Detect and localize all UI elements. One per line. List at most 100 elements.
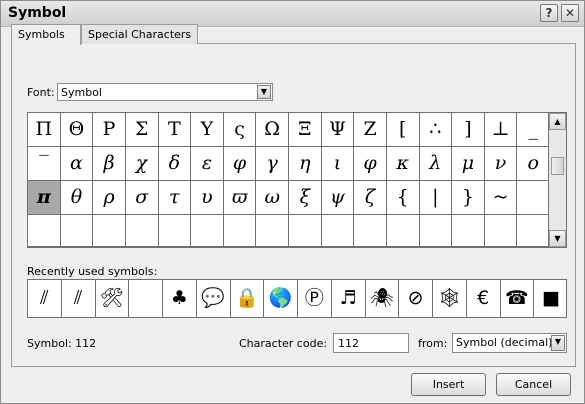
symbol-cell[interactable]: χ	[125, 147, 159, 181]
symbol-cell[interactable]: ρ	[93, 181, 126, 215]
symbol-cell[interactable]: }	[452, 181, 485, 215]
recent-symbol-cell[interactable]: ♣	[163, 280, 197, 317]
symbol-cell[interactable]	[93, 215, 126, 247]
symbol-cell[interactable]: σ	[125, 181, 159, 215]
symbol-cell[interactable]: η	[289, 147, 322, 181]
symbol-cell[interactable]: Θ	[60, 113, 94, 147]
symbol-cell[interactable]: Ψ	[321, 113, 355, 147]
symbol-cell[interactable]: κ	[386, 147, 420, 181]
symbol-cell[interactable]: ς	[223, 113, 257, 147]
symbol-cell[interactable]: τ	[158, 181, 192, 215]
recent-symbol-cell[interactable]: ⫽	[62, 280, 96, 317]
symbol-cell[interactable]: β	[93, 147, 126, 181]
symbol-cell[interactable]: υ	[191, 181, 224, 215]
close-button[interactable]: ✕	[561, 4, 579, 22]
symbol-cell[interactable]	[256, 215, 289, 247]
symbol-cell[interactable]: Τ	[158, 113, 192, 147]
recent-symbol-cell[interactable]: 🛠	[96, 280, 130, 317]
recent-symbol-cell[interactable]: 🌎	[264, 280, 298, 317]
scroll-up-icon[interactable]: ▲	[549, 113, 566, 130]
symbol-cell[interactable]: ο	[517, 147, 550, 181]
symbol-cell[interactable]	[289, 215, 322, 247]
symbol-cell[interactable]	[125, 215, 159, 247]
symbol-cell[interactable]: Ρ	[93, 113, 126, 147]
chevron-down-icon[interactable]: ▼	[257, 85, 271, 99]
tab-special-characters[interactable]: Special Characters	[81, 24, 198, 44]
symbol-cell[interactable]: ]	[452, 113, 485, 147]
symbol-name-label: Symbol: 112	[27, 337, 97, 350]
from-select[interactable]: Symbol (decimal) ▼	[452, 333, 567, 353]
symbol-cell[interactable]	[419, 215, 453, 247]
recent-symbol-cell[interactable]: ☎	[501, 280, 535, 317]
symbol-cell[interactable]: Ζ	[354, 113, 387, 147]
symbol-cell[interactable]	[223, 215, 257, 247]
insert-button[interactable]: Insert	[411, 373, 486, 396]
symbol-cell[interactable]: ν	[484, 147, 518, 181]
symbol-cell[interactable]	[386, 215, 420, 247]
symbol-dialog: Symbol ? ✕ Symbols Special Characters Fo…	[0, 0, 585, 404]
symbol-cell[interactable]	[452, 215, 485, 247]
symbol-cell[interactable]: ψ	[321, 181, 355, 215]
scroll-down-icon[interactable]: ▼	[549, 230, 566, 247]
recent-symbol-cell[interactable]: 🕸	[433, 280, 467, 317]
recent-symbol-cell[interactable]: ■	[534, 280, 568, 317]
dialog-title: Symbol	[8, 5, 67, 21]
help-button[interactable]: ?	[540, 4, 558, 22]
symbol-cell[interactable]: _	[517, 113, 550, 147]
symbol-cell[interactable]: ∴	[419, 113, 453, 147]
symbol-cell[interactable]: δ	[158, 147, 192, 181]
recent-symbol-cell[interactable]	[129, 280, 163, 317]
cancel-button[interactable]: Cancel	[496, 373, 571, 396]
recent-symbol-cell[interactable]: ♬	[332, 280, 366, 317]
symbol-cell[interactable]: φ	[354, 147, 387, 181]
character-code-input[interactable]: 112	[333, 333, 409, 353]
symbol-cell[interactable]: ι	[321, 147, 355, 181]
symbol-cell[interactable]	[354, 215, 387, 247]
recent-symbol-cell[interactable]: €	[467, 280, 501, 317]
recent-symbol-cell[interactable]: 💬	[197, 280, 231, 317]
symbol-cell[interactable]	[321, 215, 355, 247]
symbol-grid-scrollbar[interactable]: ▲ ▼	[549, 112, 567, 248]
symbol-cell[interactable]	[158, 215, 192, 247]
symbol-cell[interactable]: μ	[452, 147, 485, 181]
symbol-cell[interactable]: {	[386, 181, 420, 215]
symbol-cell[interactable]: γ	[256, 147, 289, 181]
font-select[interactable]: Symbol ▼	[57, 83, 273, 101]
symbol-cell[interactable]: θ	[60, 181, 94, 215]
symbol-cell[interactable]: Ω	[256, 113, 289, 147]
chevron-down-icon[interactable]: ▼	[551, 335, 565, 351]
symbol-cell[interactable]: ω	[256, 181, 289, 215]
symbol-cell[interactable]	[484, 215, 518, 247]
tab-symbols[interactable]: Symbols	[11, 24, 81, 45]
symbol-cell[interactable]: α	[60, 147, 94, 181]
symbol-cell[interactable]: ξ	[289, 181, 322, 215]
symbol-cell[interactable]: [	[386, 113, 420, 147]
recent-symbol-cell[interactable]: ⫽	[28, 280, 62, 317]
scroll-thumb[interactable]	[551, 157, 564, 175]
symbol-cell[interactable]: Π	[28, 113, 61, 147]
symbol-cell[interactable]	[191, 215, 224, 247]
recent-symbols-grid: ⫽ ⫽ 🛠 ♣ 💬 🔒 🌎 Ⓟ ♬ 🕷 ⊘ 🕸 € ☎ ■	[27, 279, 567, 318]
symbol-cell[interactable]: |	[419, 181, 453, 215]
symbol-cell[interactable]: φ	[223, 147, 257, 181]
symbol-cell[interactable]: Υ	[191, 113, 224, 147]
symbol-cell[interactable]: Ξ	[289, 113, 322, 147]
recent-symbol-cell[interactable]: 🕷	[366, 280, 400, 317]
symbol-cell[interactable]	[28, 215, 61, 247]
symbol-cell[interactable]	[60, 215, 94, 247]
character-code-value: 112	[338, 337, 359, 350]
symbol-cell[interactable]: ζ	[354, 181, 387, 215]
symbol-cell[interactable]: ε	[191, 147, 224, 181]
symbol-cell[interactable]: Σ	[125, 113, 159, 147]
recent-symbol-cell[interactable]: Ⓟ	[298, 280, 332, 317]
symbol-cell[interactable]: λ	[419, 147, 453, 181]
recent-symbol-cell[interactable]: ⊘	[399, 280, 433, 317]
symbol-cell[interactable]: ϖ	[223, 181, 257, 215]
symbol-cell[interactable]: ⊥	[484, 113, 518, 147]
recent-symbol-cell[interactable]: 🔒	[231, 280, 265, 317]
symbol-cell[interactable]	[517, 181, 550, 215]
symbol-cell[interactable]: π	[28, 181, 61, 215]
symbol-cell[interactable]	[517, 215, 550, 247]
symbol-cell[interactable]: ~	[484, 181, 518, 215]
symbol-cell[interactable]: ‾	[28, 147, 61, 181]
